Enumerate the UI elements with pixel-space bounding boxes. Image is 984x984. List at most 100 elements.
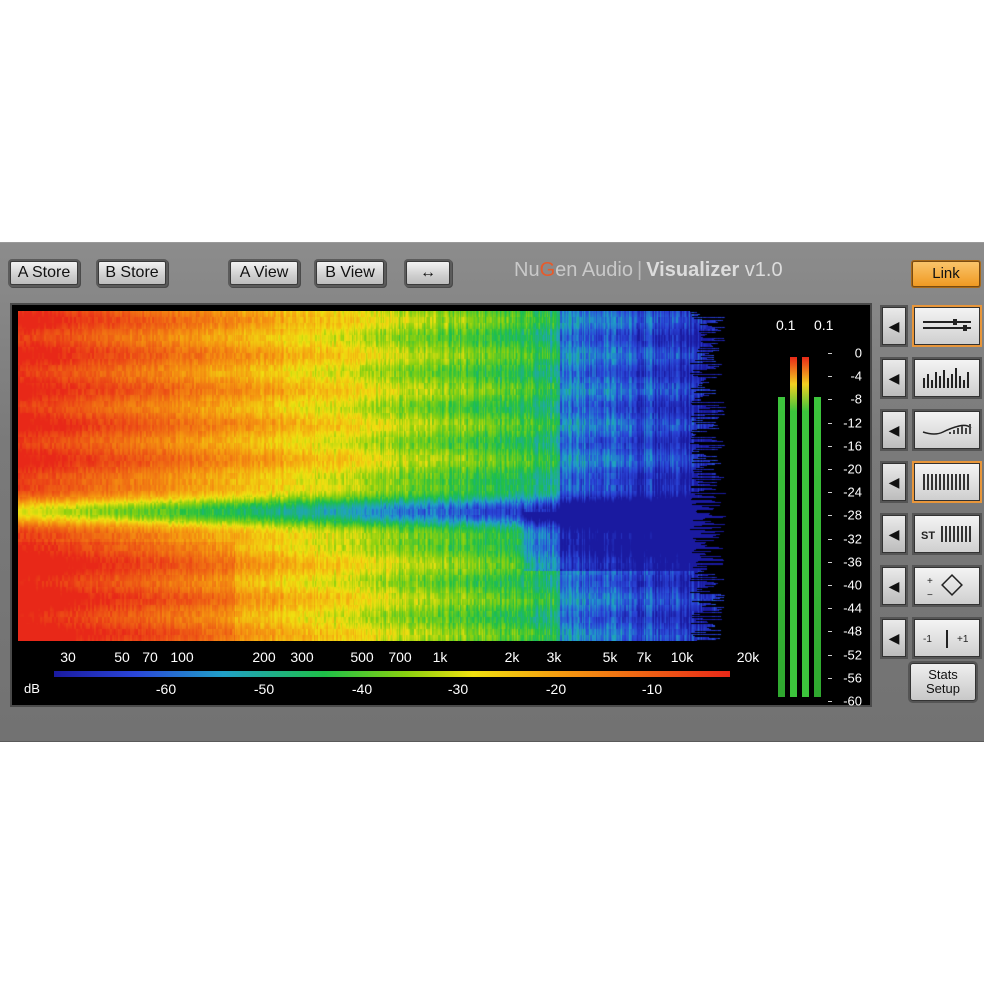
meter-scale-line — [828, 538, 832, 540]
freq-tick: 100 — [170, 649, 194, 665]
meter-scale-tick: -8 — [850, 391, 862, 407]
meter-scale-line — [828, 515, 832, 517]
meter-scale-line — [828, 701, 832, 702]
freq-tick: 200 — [252, 649, 276, 665]
sidebar-arrow-7[interactable]: ◀ — [882, 619, 906, 657]
stereo-view-button[interactable]: ST — [914, 515, 980, 553]
freq-tick: 7k — [636, 649, 652, 665]
meter-bar — [814, 397, 821, 697]
meter-scale: 0 -4 -8 -12 -16 -20 -24 -28 -32 -36 -40 -44 -48 -52 -5… — [828, 345, 866, 709]
meter-scale-line — [828, 469, 832, 470]
color-scale-tick: -50 — [253, 681, 275, 697]
swap-ab-button[interactable]: ↔ — [406, 261, 450, 285]
freq-tick: 5k — [602, 649, 618, 665]
left-arrow-icon: ◀ — [888, 318, 900, 334]
sidebar-arrow-3[interactable]: ◀ — [882, 411, 906, 449]
meter-scale-tick: -12 — [843, 415, 862, 431]
phase-view-button[interactable]: + − — [914, 567, 980, 605]
svg-text:−: − — [927, 590, 933, 601]
left-arrow-icon: ◀ — [888, 370, 900, 386]
bars-view-button[interactable] — [914, 359, 980, 397]
meter-scale-tick: -48 — [843, 623, 862, 639]
view-sidebar: ◀ ◀ ◀ ◀ ◀ ST ◀ + − ◀ -1 +1 Stats Setup — [880, 305, 984, 705]
left-arrow-icon: ◀ — [888, 422, 900, 438]
product-name: Visualizer — [646, 259, 740, 281]
freq-tick: 70 — [142, 649, 158, 665]
color-scale-bar — [54, 671, 730, 677]
spectrogram-view-button[interactable] — [914, 463, 980, 501]
product-version: v1.0 — [744, 259, 783, 281]
meter-scale-tick: 0 — [854, 345, 862, 361]
svg-text:+1: +1 — [957, 634, 969, 645]
freq-tick: 30 — [60, 649, 76, 665]
meter-scale-line — [828, 422, 832, 424]
meter-scale-line — [828, 561, 832, 563]
meter-bars — [776, 349, 828, 697]
stats-setup-button[interactable]: Stats Setup — [910, 663, 976, 701]
meter-scale-tick: -60 — [843, 693, 862, 709]
meter-scale-line — [828, 492, 832, 494]
freq-tick: 700 — [388, 649, 412, 665]
meter-scale-tick: -36 — [843, 554, 862, 570]
brand-company-g: G — [539, 259, 556, 281]
b-store-button[interactable]: B Store — [98, 261, 166, 285]
freq-tick: 20k — [736, 649, 760, 665]
sidebar-arrow-6[interactable]: ◀ — [882, 567, 906, 605]
meter-scale-line — [828, 654, 832, 656]
meter-scale-tick: -4 — [850, 368, 862, 384]
meter-scale-tick: -52 — [843, 647, 862, 663]
color-scale-tick: -30 — [447, 681, 469, 697]
color-scale-tick: -20 — [545, 681, 567, 697]
spectrogram-canvas — [18, 311, 740, 641]
stats-label: Stats — [928, 667, 958, 682]
peak-left-readout: 0.1 — [776, 317, 796, 333]
sidebar-arrow-2[interactable]: ◀ — [882, 359, 906, 397]
meter-scale-tick: -40 — [843, 577, 862, 593]
meter-scale-line — [828, 445, 832, 447]
meter-scale-tick: -20 — [843, 461, 862, 477]
meter-scale-line — [828, 399, 832, 401]
meter-scale-line — [828, 677, 832, 679]
meter-scale-line — [828, 376, 832, 378]
correlation-view-button[interactable]: -1 +1 — [914, 619, 980, 657]
curve-view-button[interactable] — [914, 411, 980, 449]
meter-scale-line — [828, 353, 832, 354]
freq-tick: 500 — [350, 649, 374, 665]
meter-scale-tick: -56 — [843, 670, 862, 686]
svg-text:-1: -1 — [923, 634, 932, 645]
freq-tick: 10k — [670, 649, 694, 665]
setup-label: Setup — [926, 681, 960, 696]
brand-company-rest: en Audio — [555, 259, 633, 281]
meter-scale-line — [828, 608, 832, 610]
left-arrow-icon: ◀ — [888, 526, 900, 542]
left-arrow-icon: ◀ — [888, 474, 900, 490]
meter-scale-line — [828, 631, 832, 633]
spectrum-lines-view-button[interactable] — [914, 307, 980, 345]
freq-tick: 3k — [546, 649, 562, 665]
sidebar-arrow-1[interactable]: ◀ — [882, 307, 906, 345]
meter-bar — [778, 397, 785, 697]
meter-bar — [790, 357, 797, 697]
brand-company-part: Nu — [514, 259, 540, 281]
a-view-button[interactable]: A View — [230, 261, 298, 285]
meter-scale-tick: -28 — [843, 507, 862, 523]
a-store-button[interactable]: A Store — [10, 261, 78, 285]
db-label: dB — [24, 681, 40, 696]
meter-scale-tick: -32 — [843, 531, 862, 547]
left-arrow-icon: ◀ — [888, 578, 900, 594]
b-view-button[interactable]: B View — [316, 261, 384, 285]
color-scale-tick: -60 — [155, 681, 177, 697]
peak-right-readout: 0.1 — [814, 317, 834, 333]
color-scale-tick: -40 — [351, 681, 373, 697]
meter-scale-tick: -24 — [843, 484, 862, 500]
sidebar-arrow-4[interactable]: ◀ — [882, 463, 906, 501]
meter-bar — [802, 357, 809, 697]
sidebar-arrow-5[interactable]: ◀ — [882, 515, 906, 553]
visualizer-plugin: A Store B Store A View B View ↔ NuGen Au… — [0, 242, 984, 742]
link-button[interactable]: Link — [912, 261, 980, 287]
meter-scale-line — [828, 585, 832, 586]
swap-arrows-icon: ↔ — [420, 264, 436, 281]
freq-tick: 300 — [290, 649, 314, 665]
svg-text:+: + — [927, 576, 933, 587]
level-meter: 0.1 0.1 0 -4 -8 -12 -16 -20 -24 -28 -32 -36 -40 -44… — [766, 309, 866, 709]
